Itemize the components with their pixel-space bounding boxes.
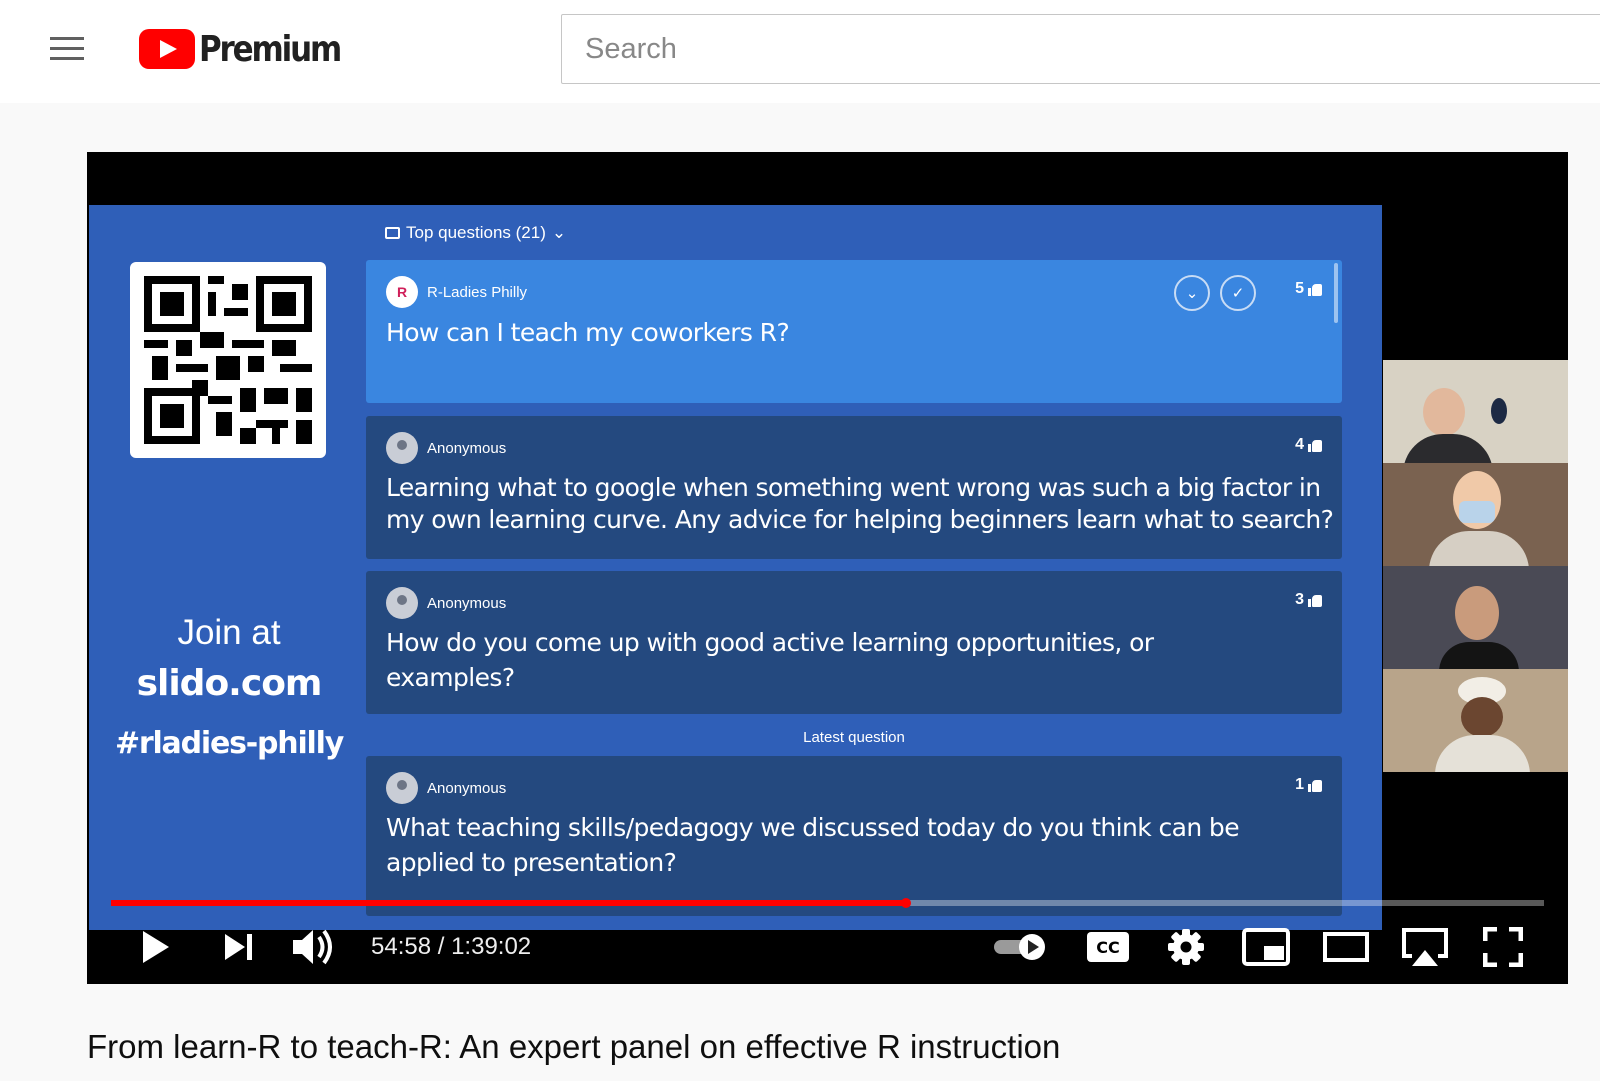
youtube-play-logo-icon [139, 29, 195, 69]
chevron-down-icon: ⌄ [1174, 275, 1210, 311]
miniplayer-icon [1242, 928, 1290, 966]
vote-number: 5 [1295, 280, 1304, 297]
anonymous-avatar-icon [386, 587, 418, 619]
search-input[interactable] [561, 14, 1600, 84]
fullscreen-button[interactable] [1477, 917, 1529, 977]
participant-webcam [1383, 463, 1568, 566]
check-circle-icon: ✓ [1220, 275, 1256, 311]
qr-code [130, 262, 326, 458]
logo-text: Premium [199, 28, 342, 70]
vote-number: 1 [1295, 776, 1304, 793]
anonymous-avatar-icon [386, 432, 418, 464]
player-controls: 54:58 / 1:39:02 CC [87, 917, 1568, 977]
participant-webcam [1383, 360, 1568, 463]
autoplay-icon [994, 934, 1045, 960]
question-text-line: my own learning curve. Any advice for he… [386, 505, 1334, 534]
chevron-down-icon: ⌄ [551, 223, 567, 242]
anonymous-avatar-icon [386, 772, 418, 804]
author-name: Anonymous [427, 594, 507, 612]
question-text-line: What teaching skills/pedagogy we discuss… [386, 813, 1240, 842]
author-name: Anonymous [427, 439, 507, 457]
author-name: Anonymous [427, 779, 507, 797]
next-button[interactable] [217, 917, 261, 977]
vote-number: 3 [1295, 591, 1304, 608]
participant-webcam [1383, 669, 1568, 772]
question-text: How can I teach my coworkers R? [386, 318, 790, 347]
question-card: R R-Ladies Philly ⌄ ✓ 5 How can I teach … [366, 260, 1342, 403]
question-text-line: Learning what to google when something w… [386, 473, 1321, 502]
airplay-button[interactable] [1397, 917, 1453, 977]
question-text-line: applied to presentation? [386, 848, 677, 877]
autoplay-toggle[interactable] [991, 917, 1051, 977]
theater-mode-icon [1323, 932, 1369, 962]
fullscreen-icon [1483, 927, 1523, 967]
slido-url-text: slido.com [136, 663, 323, 704]
question-card: Anonymous 3 How do you come up with good… [366, 571, 1342, 714]
cc-label: CC [1096, 937, 1120, 957]
video-title: From learn-R to teach-R: An expert panel… [87, 1028, 1061, 1065]
airplay-icon [1402, 928, 1448, 966]
video-player[interactable]: Join at slido.com #rladies-philly Top qu… [87, 152, 1568, 984]
top-questions-dropdown: Top questions (21) ⌄ [385, 223, 566, 243]
author-name: R-Ladies Philly [427, 283, 528, 301]
participant-webcam [1383, 566, 1568, 669]
cc-icon: CC [1087, 932, 1129, 962]
question-card: Anonymous 4 Learning what to google when… [366, 416, 1342, 559]
hamburger-menu-icon[interactable] [47, 34, 87, 64]
latest-question-label: Latest question [803, 729, 905, 746]
seek-bar[interactable] [111, 898, 1544, 908]
vote-count: 5 [1295, 280, 1322, 298]
played-progress [111, 900, 907, 906]
time-display: 54:58 / 1:39:02 [371, 917, 531, 977]
thumbs-up-icon [1308, 594, 1322, 607]
settings-button[interactable] [1161, 917, 1211, 977]
theater-mode-button[interactable] [1319, 917, 1373, 977]
time-separator: / [437, 933, 445, 960]
thumbs-up-icon [1308, 779, 1322, 792]
skip-next-icon [225, 934, 252, 960]
question-text-line: How do you come up with good active lear… [386, 628, 1154, 657]
vote-count: 4 [1295, 436, 1322, 454]
question-card: Anonymous 1 What teaching skills/pedagog… [366, 756, 1342, 916]
vote-number: 4 [1295, 436, 1304, 453]
thumbs-up-icon [1308, 439, 1322, 452]
question-author: R R-Ladies Philly [386, 276, 527, 308]
event-code-text: #rladies-philly [114, 726, 344, 761]
current-time: 54:58 [371, 933, 432, 960]
slide-scrollbar [1334, 263, 1338, 323]
play-icon [143, 931, 169, 963]
top-questions-label: Top questions (21) [406, 223, 546, 242]
youtube-premium-logo[interactable]: Premium [139, 27, 363, 71]
thumbs-up-icon [1308, 283, 1322, 296]
question-text-line: examples? [386, 663, 515, 692]
duration: 1:39:02 [451, 933, 532, 960]
gear-icon [1168, 929, 1204, 965]
volume-icon [293, 929, 332, 965]
volume-button[interactable] [289, 917, 339, 977]
vote-count: 1 [1295, 776, 1322, 794]
vote-count: 3 [1295, 591, 1322, 609]
question-author: Anonymous [386, 772, 506, 804]
play-button[interactable] [133, 917, 177, 977]
chat-bubble-icon [385, 227, 400, 239]
miniplayer-button[interactable] [1239, 917, 1293, 977]
avatar: R [386, 276, 418, 308]
question-author: Anonymous [386, 587, 506, 619]
captions-button[interactable]: CC [1083, 917, 1133, 977]
masthead: Premium [0, 0, 1600, 103]
slido-slide: Join at slido.com #rladies-philly Top qu… [89, 205, 1382, 930]
question-author: Anonymous [386, 432, 506, 464]
join-at-text: Join at [177, 613, 281, 652]
